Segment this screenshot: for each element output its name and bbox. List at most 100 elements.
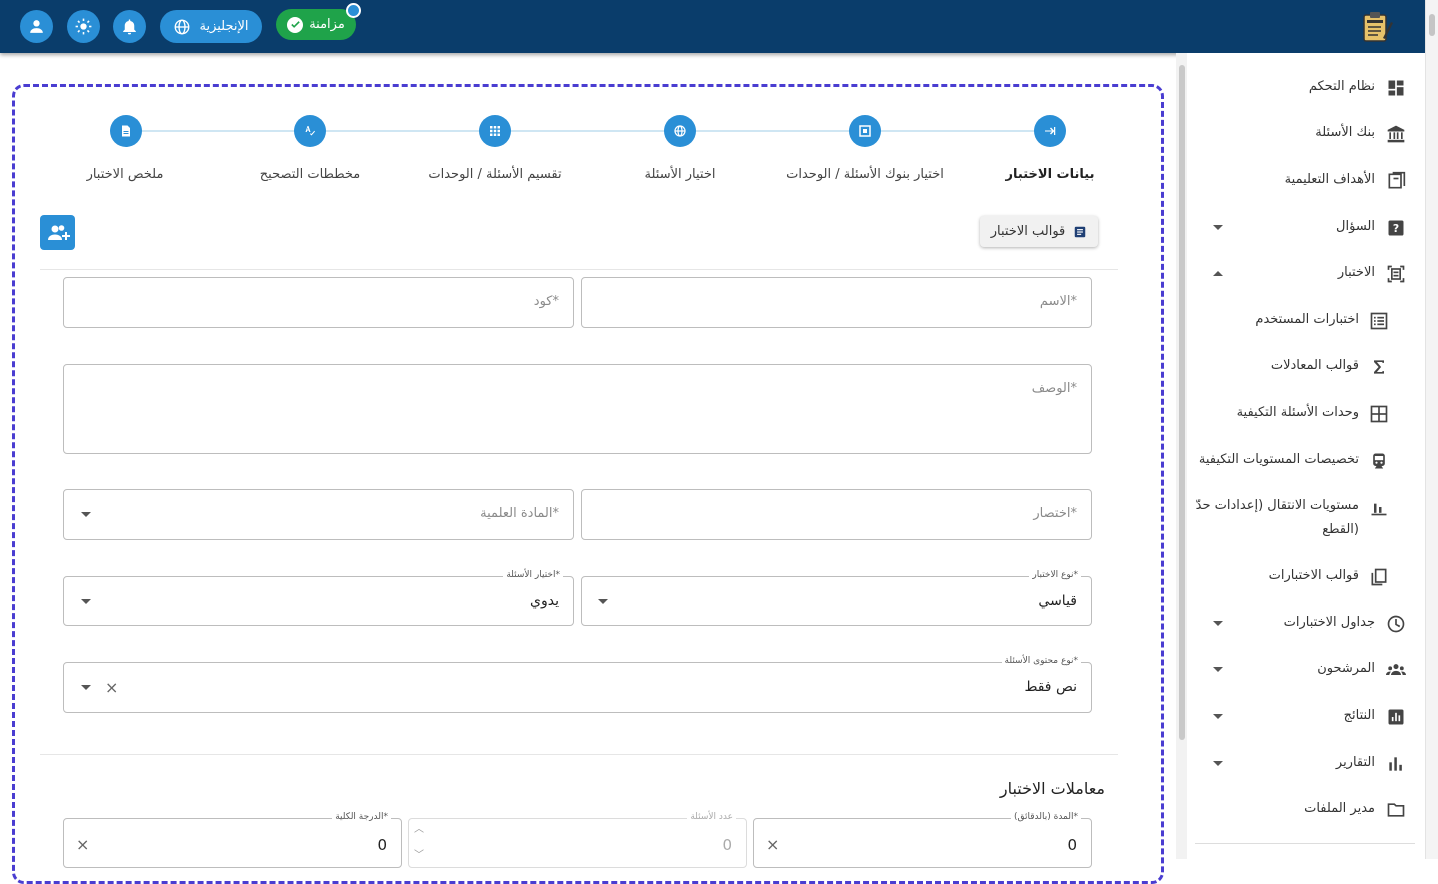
sidebar-item-candidates[interactable]: المرشحون: [1187, 650, 1425, 690]
bar-icon: [1369, 497, 1389, 517]
content-type-value: نص فقط: [1024, 679, 1077, 695]
sidebar-item-exam[interactable]: الاختبار: [1187, 254, 1425, 294]
sidebar-item-label: وحدات الأسئلة التكيفية: [1236, 405, 1359, 420]
sidebar-item-transition-levels[interactable]: مستويات الانتقال (إعدادات حدّ القطع): [1187, 487, 1425, 547]
sidebar-divider: [1195, 843, 1415, 844]
step-label-grading-schemes[interactable]: مخططات التصحيح: [260, 167, 361, 182]
people-icon: [1386, 660, 1406, 680]
step-label-divide-questions[interactable]: تقسيم الأسئلة / الوحدات: [428, 167, 561, 182]
step-label-exam-data[interactable]: بيانات الاختبار: [1006, 167, 1095, 182]
question-selection-label: اختيار الأسئلة*: [503, 570, 563, 580]
bell-icon: [123, 19, 136, 35]
sidebar-scrollbar[interactable]: [1176, 53, 1187, 859]
sidebar-item-label: قوالب الاختبارات: [1268, 568, 1359, 583]
total-grade-label: الدرجة الكلية*: [332, 812, 391, 822]
close-icon[interactable]: ×: [76, 837, 89, 853]
exam-clipboard-logo[interactable]: [1361, 10, 1393, 43]
train-icon: [1369, 451, 1389, 471]
subject-placeholder: المادة العلمية*: [480, 506, 559, 521]
content-type-select[interactable]: نوع محتوى الأسئلة* نص فقط ×: [63, 656, 1092, 713]
name-field[interactable]: الاسم*: [581, 277, 1092, 328]
folder-icon: [1386, 800, 1406, 820]
sidebar-item-dashboard[interactable]: نظام التحكم: [1187, 68, 1425, 108]
person-icon: [30, 20, 43, 33]
sidebar-item-file-manager[interactable]: مدير الملفات: [1187, 790, 1425, 830]
exam-type-value: قياسي: [1038, 593, 1077, 609]
sidebar-item-exam-templates[interactable]: قوالب الاختبارات: [1187, 557, 1425, 597]
step-label-select-banks[interactable]: اختيار بنوك الأسئلة / الوحدات: [786, 167, 944, 182]
sidebar-item-label: مدير الملفات: [1304, 801, 1375, 816]
chevron-down-icon[interactable]: [81, 685, 91, 690]
close-icon[interactable]: ×: [766, 837, 779, 853]
question-selection-select[interactable]: اختيار الأسئلة* يدوي: [63, 570, 574, 626]
step-3-icon[interactable]: [664, 115, 696, 147]
step-6-icon[interactable]: [110, 115, 142, 147]
sidebar-item-learning-objectives[interactable]: الأهداف التعليمية: [1187, 161, 1425, 201]
step-5-icon[interactable]: [294, 115, 326, 147]
check-icon: [287, 16, 304, 33]
sidebar-item-exam-schedules[interactable]: جداول الاختبارات: [1187, 604, 1425, 644]
sidebar-item-reports[interactable]: التقارير: [1187, 744, 1425, 784]
duration-field[interactable]: المدة (بالدقائق)* 0 ×: [753, 812, 1092, 868]
theme-toggle-button[interactable]: [67, 10, 100, 43]
duration-label: المدة (بالدقائق)*: [1010, 812, 1081, 822]
content-type-label: نوع محتوى الأسئلة*: [1001, 656, 1081, 666]
svg-text:?: ?: [1393, 222, 1399, 235]
window-scrollbar[interactable]: [1425, 0, 1438, 859]
profile-button[interactable]: [20, 10, 53, 43]
question-icon: ?: [1386, 218, 1406, 238]
dashboard-icon: [1386, 78, 1406, 98]
abbreviation-field[interactable]: اختصار*: [581, 489, 1092, 540]
sidebar-item-label: الاختبار: [1337, 265, 1375, 280]
chevron-down-icon[interactable]: [81, 599, 91, 604]
sidebar-item-question[interactable]: ? السؤال: [1187, 208, 1425, 248]
name-placeholder: الاسم*: [1039, 294, 1077, 309]
step-1-icon[interactable]: [1034, 115, 1066, 147]
step-label-select-questions[interactable]: اختيار الأسئلة: [645, 167, 716, 182]
notifications-button[interactable]: [113, 10, 146, 43]
sidebar-item-label: الأهداف التعليمية: [1284, 172, 1375, 187]
chevron-down-icon[interactable]: [81, 512, 91, 517]
chevron-down-icon: [1213, 761, 1223, 766]
bank-icon: [1386, 124, 1406, 144]
sidebar-item-results[interactable]: النتائج: [1187, 697, 1425, 737]
results-icon: [1386, 707, 1406, 727]
exam-templates-button[interactable]: قوالب الاختبار: [980, 216, 1098, 247]
step-2-icon[interactable]: [849, 115, 881, 147]
sidebar-item-label: جداول الاختبارات: [1283, 615, 1375, 630]
step-label-exam-summary[interactable]: ملخص الاختبار: [87, 167, 164, 182]
code-field[interactable]: كود*: [63, 277, 574, 328]
sync-status-dot: [346, 3, 361, 18]
globe-icon: [175, 19, 190, 34]
sync-label: مزامنة: [309, 17, 345, 32]
chevron-down-icon[interactable]: [598, 599, 608, 604]
language-button[interactable]: الإنجليزية: [160, 10, 262, 43]
total-grade-field[interactable]: الدرجة الكلية* 0 ×: [63, 812, 402, 868]
language-label: الإنجليزية: [199, 19, 249, 34]
subject-select[interactable]: المادة العلمية*: [63, 489, 574, 540]
sigma-icon: [1369, 357, 1389, 377]
list-box-icon: [1075, 226, 1086, 237]
sidebar-item-adaptive-levels[interactable]: تخصيصات المستويات التكيفية: [1187, 441, 1425, 481]
exam-parameters-title: معاملات الاختبار: [999, 779, 1105, 798]
question-count-field: عدد الأسئلة 0 ︿ ﹀: [408, 812, 747, 868]
duration-value: 0: [1067, 836, 1077, 854]
sidebar-item-label: النتائج: [1343, 708, 1375, 723]
copy-icon: [1369, 567, 1389, 587]
close-icon[interactable]: ×: [105, 680, 118, 696]
sync-button[interactable]: مزامنة: [276, 9, 356, 40]
sidebar: نظام التحكم بنك الأسئلة الأهداف التعليمي…: [1187, 53, 1425, 859]
sidebar-item-question-bank[interactable]: بنك الأسئلة: [1187, 114, 1425, 154]
step-4-icon[interactable]: [479, 115, 511, 147]
sidebar-item-equation-templates[interactable]: قوالب المعادلات: [1187, 347, 1425, 387]
question-selection-value: يدوي: [530, 593, 559, 609]
chevron-down-icon: [1213, 225, 1223, 230]
description-field[interactable]: الوصف*: [63, 364, 1092, 454]
section-divider: [40, 269, 1118, 270]
sidebar-item-user-exams[interactable]: اختبارات المستخدم: [1187, 301, 1425, 341]
chevron-down-icon: [1213, 621, 1223, 626]
exam-icon: [1386, 264, 1406, 284]
exam-type-select[interactable]: نوع الاختبار* قياسي: [581, 570, 1092, 626]
sidebar-item-adaptive-units[interactable]: وحدات الأسئلة التكيفية: [1187, 394, 1425, 434]
add-user-button[interactable]: [40, 215, 75, 250]
